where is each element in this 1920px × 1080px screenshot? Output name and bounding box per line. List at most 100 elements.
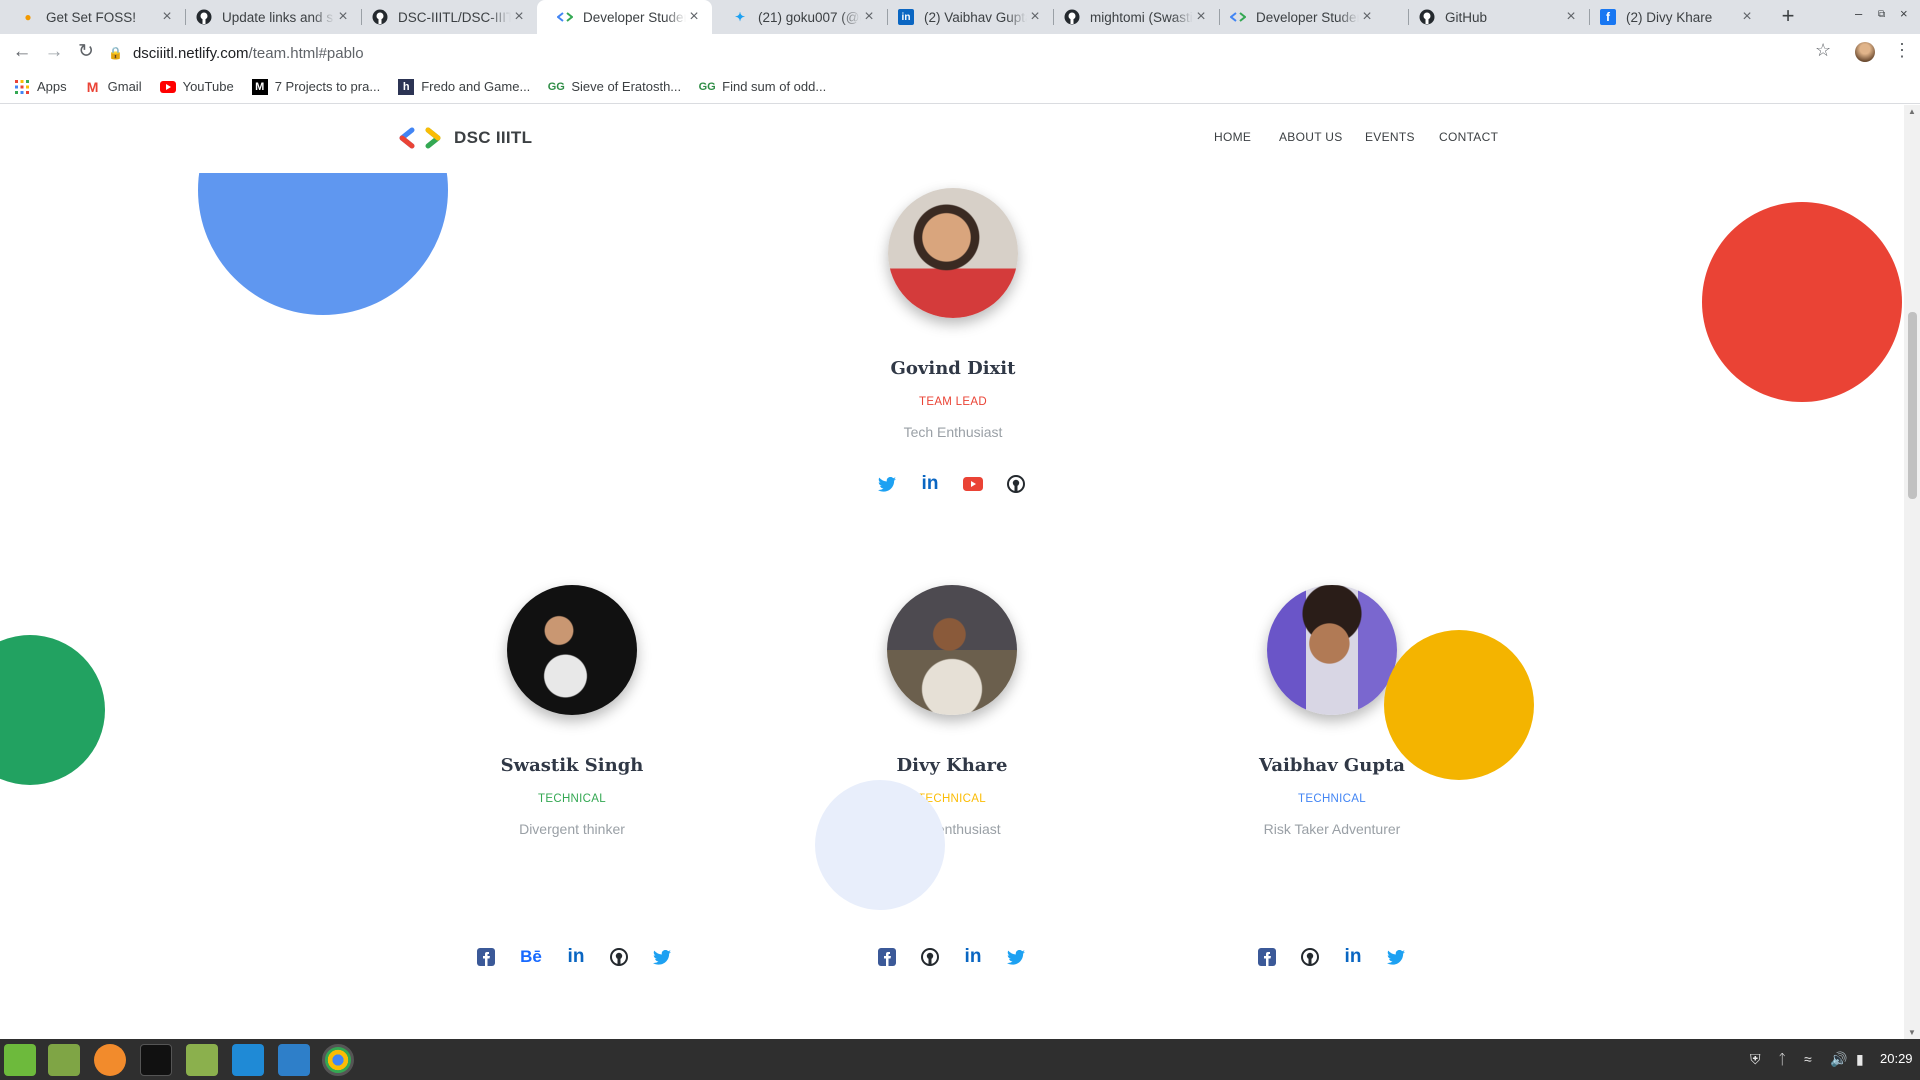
battery-icon[interactable]: ▮: [1856, 1051, 1864, 1068]
dsc-icon: [557, 9, 573, 25]
bookmarks-bar: Apps M Gmail YouTube M 7 Projects to pra…: [0, 70, 1920, 104]
twitter-icon[interactable]: [1006, 947, 1026, 967]
github-icon[interactable]: [920, 947, 940, 967]
window-close-icon[interactable]: ×: [1900, 6, 1908, 21]
clock[interactable]: 20:29: [1880, 1051, 1913, 1066]
tab-github-mightomi[interactable]: mightomi (Swastik ×: [1044, 0, 1219, 34]
tab-developer-student-active[interactable]: Developer Student ×: [537, 0, 712, 34]
facebook-icon[interactable]: [476, 947, 496, 967]
tab-developer-student-2[interactable]: Developer Student ×: [1210, 0, 1385, 34]
bookmark-gmail[interactable]: M Gmail: [85, 79, 142, 95]
team-lead-card: Govind Dixit TEAM LEAD Tech Enthusiast: [803, 188, 1103, 440]
close-icon[interactable]: ×: [335, 8, 351, 26]
volume-icon[interactable]: 🔊: [1830, 1051, 1847, 1068]
close-icon[interactable]: ×: [1739, 8, 1755, 26]
vscode-icon[interactable]: [232, 1044, 264, 1076]
nav-home[interactable]: HOME: [1214, 130, 1251, 144]
reload-button[interactable]: ↻: [74, 40, 98, 64]
tab-dsc-iiitl-repo[interactable]: DSC-IIITL/DSC-IIITL ×: [352, 0, 537, 34]
nav-events[interactable]: EVENTS: [1365, 130, 1415, 144]
chrome-icon[interactable]: [322, 1044, 354, 1076]
linkedin-icon[interactable]: in: [566, 946, 586, 967]
show-desktop-icon[interactable]: [48, 1044, 80, 1076]
linkedin-icon[interactable]: in: [1343, 946, 1363, 967]
minimize-icon[interactable]: –: [1855, 6, 1862, 21]
close-icon[interactable]: ×: [159, 8, 175, 26]
member-description: Divergent thinker: [519, 821, 625, 837]
new-tab-button[interactable]: +: [1775, 4, 1801, 30]
bookmark-apps[interactable]: Apps: [14, 79, 67, 95]
mint-menu-icon[interactable]: [4, 1044, 36, 1076]
scroll-up-arrow-icon[interactable]: ▲: [1908, 107, 1916, 116]
wifi-icon[interactable]: ≈: [1804, 1051, 1812, 1067]
decorative-light-blue-circle: [815, 780, 945, 910]
page-scrollbar[interactable]: ▲ ▼: [1904, 105, 1920, 1039]
github-icon: [372, 9, 388, 25]
scroll-down-arrow-icon[interactable]: ▼: [1908, 1028, 1916, 1037]
youtube-icon[interactable]: [963, 474, 983, 494]
github-icon[interactable]: [1300, 947, 1320, 967]
menu-icon[interactable]: ⋮: [1893, 40, 1911, 61]
bookmark-sieve[interactable]: GG Sieve of Eratosth...: [548, 79, 681, 95]
forward-button[interactable]: →: [42, 40, 66, 64]
member-name: Govind Dixit: [890, 358, 1016, 379]
close-icon[interactable]: ×: [686, 8, 702, 26]
facebook-icon[interactable]: [877, 947, 897, 967]
facebook-icon: f: [1600, 9, 1616, 25]
github-icon: [196, 9, 212, 25]
firefox-icon[interactable]: [94, 1044, 126, 1076]
close-icon[interactable]: ×: [1359, 8, 1375, 26]
linkedin-icon[interactable]: in: [920, 473, 940, 494]
team-member-card: Swastik Singh TECHNICAL Divergent thinke…: [422, 585, 722, 837]
member-name: Swastik Singh: [500, 755, 644, 776]
bookmark-fredo[interactable]: h Fredo and Game...: [398, 78, 530, 95]
bluetooth-icon[interactable]: ᛏ: [1778, 1051, 1786, 1067]
bookmark-star-icon[interactable]: ☆: [1815, 40, 1831, 61]
linkedin-icon[interactable]: in: [963, 946, 983, 967]
os-taskbar: ⛨ ᛏ ≈ 🔊 ▮ 20:29: [0, 1039, 1920, 1080]
dsc-icon: [1230, 9, 1246, 25]
behance-icon[interactable]: Bē: [519, 947, 543, 967]
nav-about-us[interactable]: ABOUT US: [1279, 130, 1343, 144]
address-bar[interactable]: 🔒 dsciiitl.netlify.com/team.html#pablo: [108, 39, 1828, 67]
bookmark-find-sum[interactable]: GG Find sum of odd...: [698, 79, 827, 95]
twitter-icon[interactable]: [652, 947, 672, 967]
profile-avatar[interactable]: [1855, 42, 1875, 62]
site-logo[interactable]: DSC IIITL: [398, 127, 532, 149]
twitter-icon[interactable]: [1386, 947, 1406, 967]
close-icon[interactable]: ×: [511, 8, 527, 26]
close-icon[interactable]: ×: [861, 8, 877, 26]
tab-linkedin-vaibhav[interactable]: in (2) Vaibhav Gupta | ×: [878, 0, 1053, 34]
avatar: [887, 585, 1017, 715]
restore-icon[interactable]: ⧉: [1878, 9, 1885, 20]
close-icon[interactable]: ×: [1027, 8, 1043, 26]
tab-get-set-foss[interactable]: ● Get Set FOSS! ×: [0, 0, 185, 34]
apps-grid-icon: [14, 79, 30, 95]
tab-update-links[interactable]: Update links and s ×: [176, 0, 361, 34]
github-icon: [1419, 9, 1435, 25]
tab-github[interactable]: GitHub ×: [1399, 0, 1589, 34]
nav-contact[interactable]: CONTACT: [1439, 130, 1498, 144]
tab-facebook-divy[interactable]: f (2) Divy Khare ×: [1580, 0, 1765, 34]
github-icon[interactable]: [609, 947, 629, 967]
browser-toolbar: ← → ↻ 🔒 dsciiitl.netlify.com/team.html#p…: [0, 34, 1920, 70]
team-lead-socials: in: [877, 473, 1026, 494]
files-icon[interactable]: [186, 1044, 218, 1076]
terminal-icon[interactable]: [140, 1044, 172, 1076]
twitter-icon[interactable]: [877, 474, 897, 494]
close-icon[interactable]: ×: [1193, 8, 1209, 26]
scrollbar-thumb[interactable]: [1908, 312, 1917, 499]
member-role: TECHNICAL: [1298, 793, 1366, 805]
text-editor-icon[interactable]: [278, 1044, 310, 1076]
bookmark-youtube[interactable]: YouTube: [159, 79, 234, 95]
github-icon[interactable]: [1006, 474, 1026, 494]
close-icon[interactable]: ×: [1563, 8, 1579, 26]
bookmark-7-projects[interactable]: M 7 Projects to pra...: [251, 78, 380, 95]
tab-twitter-goku[interactable]: ✦ (21) goku007 (@go ×: [712, 0, 887, 34]
facebook-icon[interactable]: [1257, 947, 1277, 967]
back-button[interactable]: ←: [10, 40, 34, 64]
gmail-icon: M: [86, 78, 99, 95]
gfg-icon: GG: [698, 80, 716, 93]
avatar: [888, 188, 1018, 318]
shield-icon[interactable]: ⛨: [1750, 1051, 1761, 1068]
